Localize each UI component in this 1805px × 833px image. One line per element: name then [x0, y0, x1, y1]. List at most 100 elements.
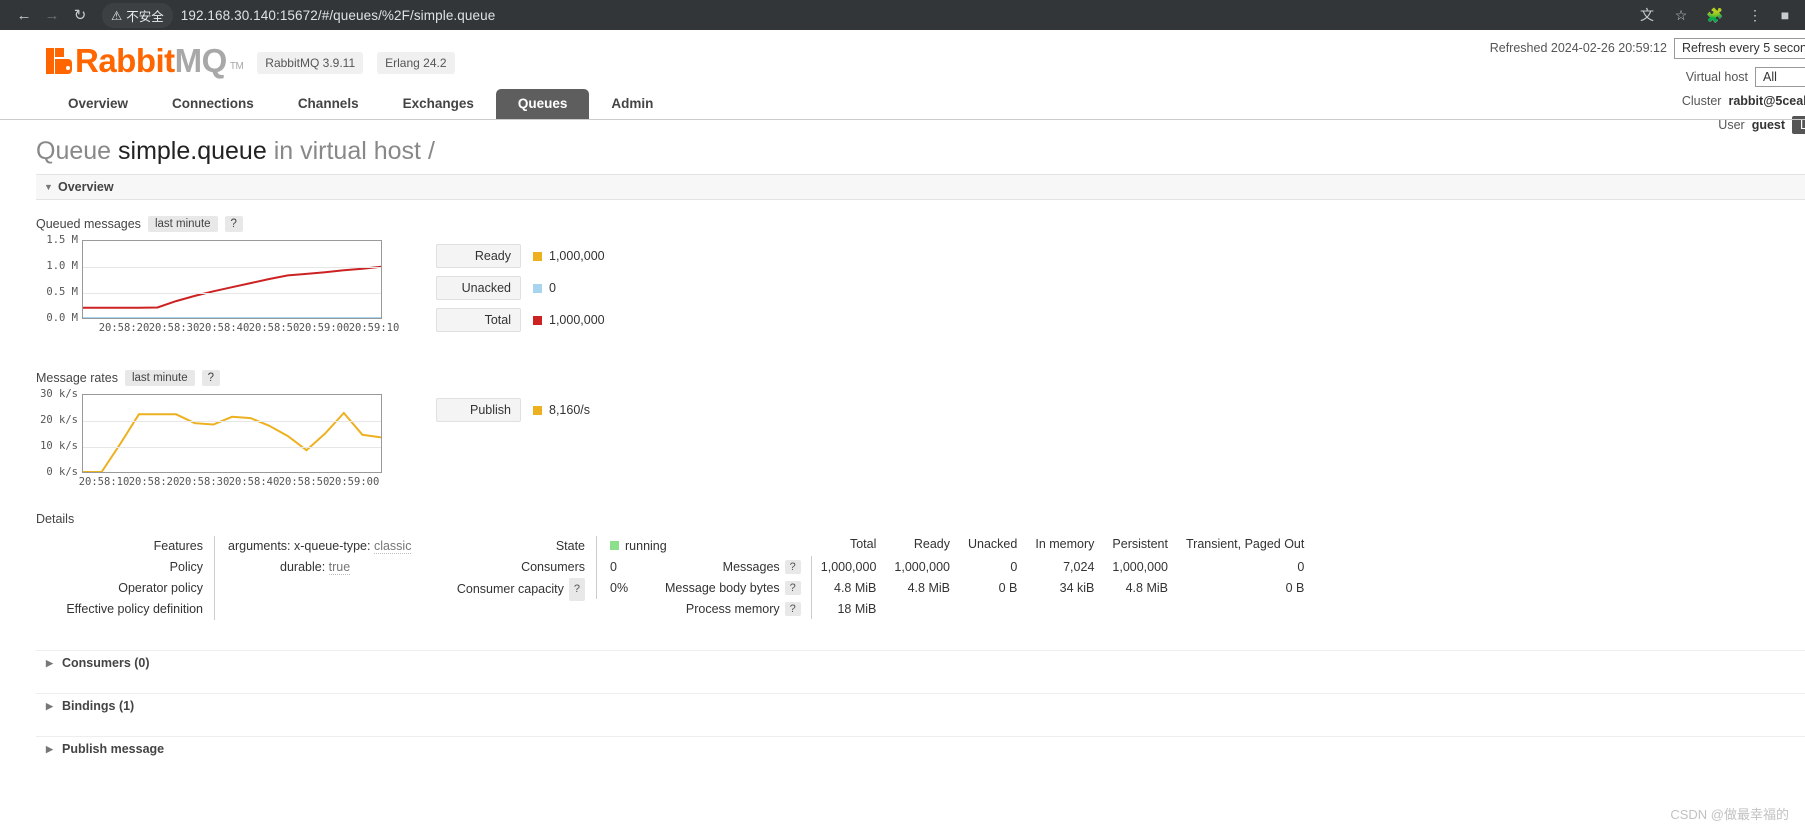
- tab-admin[interactable]: Admin: [589, 89, 675, 119]
- message-rates-header: Message rates last minute ?: [36, 370, 1805, 386]
- legend-ready-button[interactable]: Ready: [436, 244, 521, 268]
- section-overview[interactable]: ▼ Overview: [36, 174, 1805, 200]
- legend-unacked-button[interactable]: Unacked: [436, 276, 521, 300]
- vhost-row: Virtual host All: [1490, 66, 1805, 87]
- row-label-message-body-bytes: Message body bytes?: [656, 577, 812, 598]
- reload-icon[interactable]: ↻: [66, 1, 94, 29]
- kebab-menu-icon[interactable]: ⋮: [1745, 5, 1765, 25]
- message-rates-chart-block: 30 k/s 20 k/s 10 k/s 0 k/s 20:58:10 20:5…: [36, 388, 1805, 490]
- forward-icon[interactable]: →: [38, 1, 66, 29]
- details-label: Details: [36, 512, 75, 526]
- browser-toolbar: ← → ↻ ⚠ 不安全 192.168.30.140:15672/#/queue…: [0, 0, 1805, 30]
- tab-overview[interactable]: Overview: [46, 89, 150, 119]
- browser-tab-icon[interactable]: ■: [1775, 5, 1795, 25]
- star-icon[interactable]: ☆: [1671, 5, 1691, 25]
- tab-channels[interactable]: Channels: [276, 89, 381, 119]
- section-consumers-label: Consumers (0): [62, 656, 150, 670]
- section-publish-message[interactable]: ▶ Publish message: [36, 736, 1805, 761]
- table-header-row: Total Ready Unacked In memory Persistent…: [656, 536, 1313, 556]
- consumer-capacity-value: 0%: [610, 581, 629, 595]
- security-badge[interactable]: ⚠ 不安全: [102, 2, 173, 28]
- row-label-messages: Messages?: [656, 556, 812, 577]
- tab-connections[interactable]: Connections: [150, 89, 276, 119]
- cell: 4.8 MiB: [834, 580, 877, 595]
- chevron-right-icon: ▶: [46, 701, 53, 711]
- ytick: 0 k/s: [46, 466, 78, 478]
- xtick: 20:58:20: [128, 476, 180, 488]
- state-values: running 0 0%: [596, 536, 667, 599]
- puzzle-icon[interactable]: 🧩: [1705, 5, 1725, 25]
- message-rates-legend: Publish 8,160/s: [436, 398, 590, 430]
- chevron-right-icon: ▶: [46, 658, 53, 668]
- process-memory-help-icon[interactable]: ?: [784, 601, 801, 616]
- message-body-bytes-help-icon[interactable]: ?: [784, 580, 801, 595]
- arg-value-durable: true: [328, 560, 351, 575]
- queued-messages-chart: 1.5 M 1.0 M 0.5 M 0.0 M 20:58:20 20:58:3…: [36, 234, 406, 336]
- ytick: 10 k/s: [40, 440, 78, 452]
- messages-stats-table: Total Ready Unacked In memory Persistent…: [656, 536, 1314, 619]
- rabbit-logo-icon: [46, 47, 72, 74]
- queued-messages-plot-area: [82, 240, 382, 319]
- vhost-label: Virtual host: [1685, 69, 1748, 84]
- cell: [1177, 598, 1313, 619]
- chevron-right-icon: ▶: [46, 744, 53, 754]
- address-bar[interactable]: ⚠ 不安全 192.168.30.140:15672/#/queues/%2F/…: [102, 1, 1627, 29]
- refresh-interval-select[interactable]: Refresh every 5 secon: [1673, 38, 1805, 59]
- security-label: 不安全: [126, 9, 164, 24]
- queue-name: simple.queue: [118, 137, 267, 165]
- cell: [1026, 598, 1103, 619]
- queued-messages-help-icon[interactable]: ?: [224, 216, 243, 232]
- logo-tm-text: TM: [229, 61, 244, 72]
- erlang-badge: Erlang 24.2: [377, 52, 455, 74]
- tab-queues[interactable]: Queues: [495, 89, 590, 119]
- legend-unacked-value: 0: [549, 281, 556, 295]
- back-icon[interactable]: ←: [10, 1, 38, 29]
- window-controls: ⋮ ■: [1745, 5, 1795, 25]
- details-panel: Features Policy Operator policy Effectiv…: [36, 536, 1805, 620]
- legend-publish-button[interactable]: Publish: [436, 398, 521, 422]
- cell: 1,000,000: [1112, 559, 1168, 574]
- page-title-prefix: Queue: [36, 137, 112, 165]
- state-status-dot: [610, 541, 619, 550]
- features-arg-row-2: durable: true: [228, 557, 404, 578]
- message-rates-y-axis: 30 k/s 20 k/s 10 k/s 0 k/s: [36, 388, 82, 478]
- legend-total-button[interactable]: Total: [436, 308, 521, 332]
- legend-total-value-wrap: 1,000,000: [533, 313, 605, 327]
- xtick: 20:58:40: [198, 322, 250, 334]
- tab-exchanges[interactable]: Exchanges: [381, 89, 496, 119]
- queued-messages-line-svg: [83, 265, 382, 319]
- col-persistent: Persistent: [1112, 537, 1168, 551]
- consumer-capacity-help-icon[interactable]: ?: [568, 578, 585, 601]
- ytick: 0.0 M: [46, 312, 78, 324]
- row-label-process-memory: Process memory?: [656, 598, 812, 619]
- message-rates-plot-area: [82, 394, 382, 473]
- ytick: 20 k/s: [40, 414, 78, 426]
- queued-messages-period-chip[interactable]: last minute: [147, 216, 218, 232]
- consumer-capacity-key: Consumer capacity?: [406, 578, 585, 601]
- publish-color-swatch: [533, 405, 542, 415]
- cell: 0: [1297, 559, 1305, 574]
- section-bindings[interactable]: ▶ Bindings (1): [36, 693, 1805, 718]
- cell: 18 MiB: [837, 601, 877, 616]
- features-arg-row-1: arguments: x-queue-type: classic: [228, 536, 412, 557]
- cell: [1103, 598, 1177, 619]
- col-total: Total: [849, 537, 877, 551]
- vhost-select[interactable]: All: [1755, 66, 1805, 87]
- translate-icon[interactable]: 文: [1637, 5, 1657, 25]
- queued-messages-chart-block: 1.5 M 1.0 M 0.5 M 0.0 M 20:58:20 20:58:3…: [36, 234, 1805, 340]
- features-keys: Features Policy Operator policy Effectiv…: [36, 536, 203, 620]
- section-consumers[interactable]: ▶ Consumers (0): [36, 650, 1805, 675]
- ytick: 0.5 M: [46, 286, 78, 298]
- messages-help-icon[interactable]: ?: [784, 559, 801, 574]
- message-rates-help-icon[interactable]: ?: [201, 370, 220, 386]
- consumers-value: 0: [610, 560, 617, 574]
- legend-total-value: 1,000,000: [549, 313, 605, 327]
- logo-rabbit-text: Rabbit: [75, 42, 175, 79]
- cell: 4.8 MiB: [907, 580, 950, 595]
- policy-key: Policy: [169, 560, 203, 574]
- cell: 4.8 MiB: [1125, 580, 1168, 595]
- arguments-label: arguments:: [228, 539, 291, 553]
- rabbitmq-logo[interactable]: Rabbit MQ TM: [46, 42, 244, 79]
- browser-actions: 文 ☆ 🧩 ⋮ ■: [1637, 5, 1795, 25]
- message-rates-period-chip[interactable]: last minute: [124, 370, 195, 386]
